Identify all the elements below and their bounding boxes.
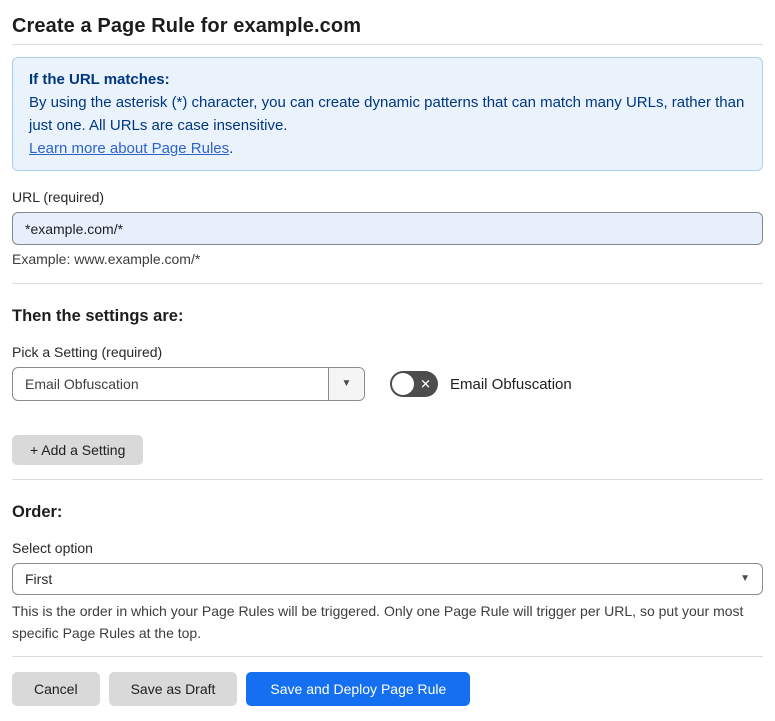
setting-dropdown-arrow-button[interactable]: ▼ <box>328 368 364 400</box>
setting-dropdown-value: Email Obfuscation <box>25 376 139 392</box>
select-option-label: Select option <box>12 540 93 556</box>
order-helper-text: This is the order in which your Page Rul… <box>12 603 744 641</box>
info-box-heading: If the URL matches: <box>29 71 170 88</box>
pick-setting-label: Pick a Setting (required) <box>12 344 163 360</box>
info-box-body: By using the asterisk (*) character, you… <box>29 94 745 134</box>
toggle-off-x-icon: ✕ <box>420 376 431 392</box>
order-select-value: First <box>25 571 53 587</box>
toggle-knob <box>392 373 414 395</box>
url-match-info-box: If the URL matches: By using the asteris… <box>12 57 763 171</box>
footer-divider <box>12 656 763 657</box>
chevron-down-icon: ▼ <box>740 573 750 584</box>
order-select[interactable]: First ▼ <box>12 563 763 595</box>
chevron-down-icon: ▼ <box>341 378 352 389</box>
url-input[interactable] <box>12 212 763 245</box>
learn-more-link[interactable]: Learn more about Page Rules <box>29 140 229 157</box>
order-heading: Order: <box>12 503 63 521</box>
url-example-helper: Example: www.example.com/* <box>12 251 201 267</box>
section-divider <box>12 283 763 284</box>
section-divider <box>12 479 763 480</box>
page-title: Create a Page Rule for example.com <box>12 15 362 37</box>
url-label: URL (required) <box>12 189 105 205</box>
cancel-button[interactable]: Cancel <box>12 672 100 706</box>
save-deploy-button[interactable]: Save and Deploy Page Rule <box>246 672 471 706</box>
setting-row: Email Obfuscation ▼ ✕ Email Obfuscation <box>12 367 763 401</box>
footer-actions: Cancel Save as Draft Save and Deploy Pag… <box>12 672 763 706</box>
setting-dropdown[interactable]: Email Obfuscation ▼ <box>12 367 365 401</box>
title-divider <box>12 44 763 45</box>
toggle-label: Email Obfuscation <box>450 375 572 393</box>
info-link-line: Learn more about Page Rules. <box>29 137 746 160</box>
settings-heading: Then the settings are: <box>12 307 184 325</box>
email-obfuscation-toggle[interactable]: ✕ <box>390 371 438 397</box>
link-suffix: . <box>229 140 234 157</box>
create-page-rule-form: Create a Page Rule for example.com If th… <box>0 0 775 721</box>
save-draft-button[interactable]: Save as Draft <box>108 672 238 706</box>
toggle-wrap: ✕ Email Obfuscation <box>390 371 572 397</box>
add-setting-button[interactable]: + Add a Setting <box>12 435 144 465</box>
